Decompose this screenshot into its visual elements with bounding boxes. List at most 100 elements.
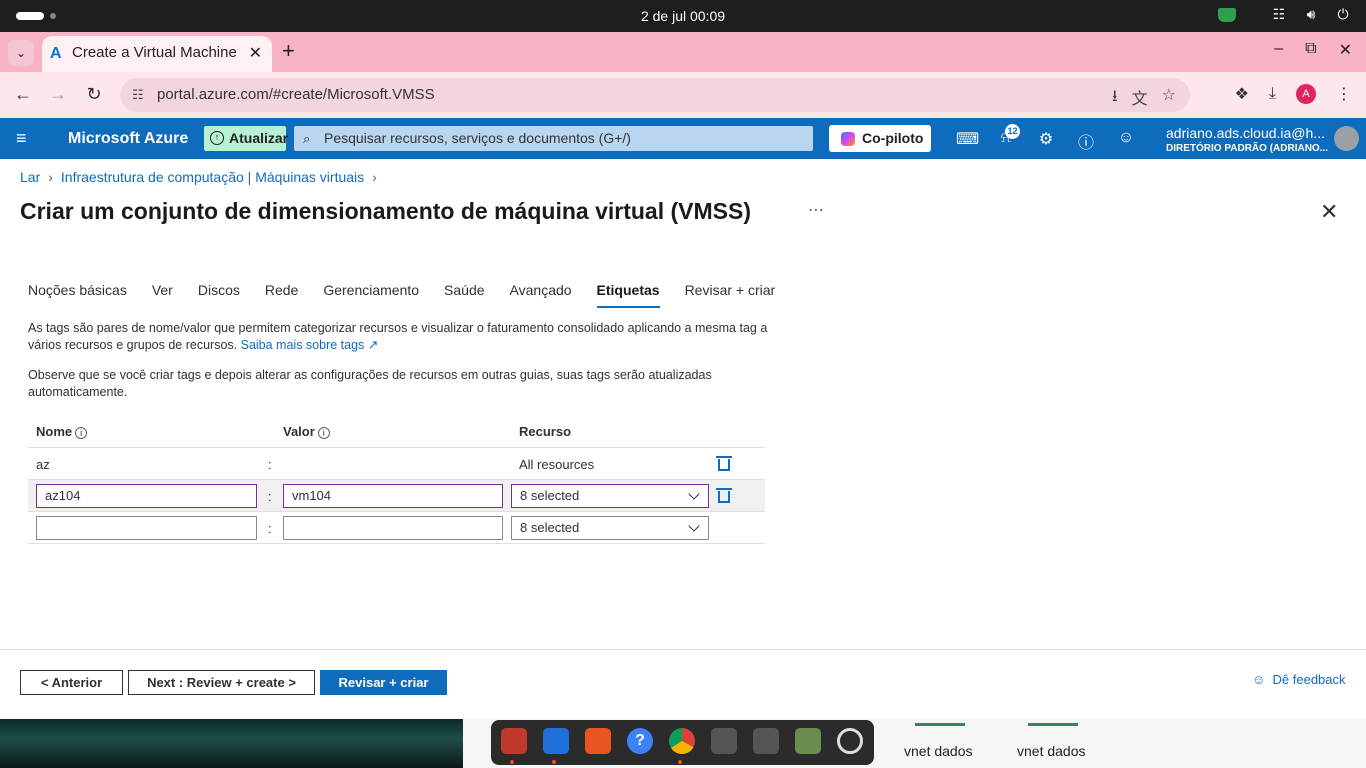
running-indicator <box>552 760 556 764</box>
tag-value-input[interactable]: vm104 <box>283 484 503 508</box>
breadcrumb-vms[interactable]: Infraestrutura de computação | Máquinas … <box>61 169 364 185</box>
delete-trash-icon[interactable] <box>716 456 732 471</box>
disk-icon[interactable] <box>711 728 737 754</box>
desktop-file-thumbnail[interactable] <box>915 720 965 726</box>
site-info-icon[interactable]: ☷ <box>132 87 144 103</box>
tag-value-input[interactable] <box>283 516 503 540</box>
arrow-up-icon: ↑ <box>210 131 224 145</box>
browser-tab-strip: ⌄ A Create a Virtual Machine ✕ <box>0 32 1366 72</box>
tab-spot[interactable]: Ver <box>152 282 173 308</box>
install-app-icon[interactable]: ⭳ <box>1112 85 1118 112</box>
os-clock[interactable]: 2 de jul 00:09 <box>0 8 1366 24</box>
tab-tags[interactable]: Etiquetas <box>596 282 660 308</box>
copilot-button[interactable]: Co-piloto <box>829 125 931 152</box>
review-create-button[interactable]: Revisar + criar <box>320 670 447 695</box>
chevron-right-icon: › <box>48 169 53 185</box>
tag-name-input[interactable] <box>36 516 257 540</box>
tab-search-button[interactable]: ⌄ <box>8 40 34 66</box>
reload-icon[interactable]: ↻ <box>83 84 105 105</box>
app-center-icon[interactable] <box>585 728 611 754</box>
trash-bin-icon[interactable] <box>795 728 821 754</box>
tab-networking[interactable]: Rede <box>265 282 298 308</box>
learn-more-tags-link[interactable]: Saiba mais sobre tags ↗ <box>241 338 379 352</box>
separator: : <box>268 457 272 472</box>
new-tab-button[interactable]: + <box>282 38 295 64</box>
resource-dropdown[interactable]: 8 selected <box>511 516 709 540</box>
resource-dropdown[interactable]: 8 selected <box>511 484 709 508</box>
tab-review-create[interactable]: Revisar + criar <box>685 282 776 308</box>
desktop-file-label[interactable]: vnet dados <box>904 743 973 759</box>
extensions-icon[interactable]: ❖ <box>1235 84 1249 104</box>
system-tray[interactable]: ☷ 🔊︎ ⏻ <box>1218 6 1352 25</box>
dock: ? <box>491 720 874 765</box>
tab-health[interactable]: Saúde <box>444 282 484 308</box>
minimize-icon[interactable]: – <box>1274 40 1283 60</box>
window-controls: – ⧉ ✕ <box>1274 40 1352 60</box>
help-app-icon[interactable]: ? <box>627 728 653 754</box>
show-apps-icon[interactable] <box>837 728 863 754</box>
volume-icon[interactable]: 🔊︎ <box>1302 6 1320 25</box>
previous-button[interactable]: < Anterior <box>20 670 123 695</box>
header-resource: Recurso <box>519 424 572 439</box>
close-blade-icon[interactable]: ✕ <box>1320 199 1338 225</box>
more-options-icon[interactable]: ⋯ <box>808 200 824 220</box>
update-button[interactable]: ↑ Atualizar <box>204 126 289 151</box>
tag-name-input[interactable]: az104 <box>36 484 257 508</box>
table-row: : 8 selected <box>28 512 765 544</box>
table-row: az104 : vm104 8 selected <box>28 480 765 512</box>
restore-icon[interactable]: ⧉ <box>1305 40 1316 60</box>
back-icon[interactable]: ← <box>12 84 34 105</box>
omnibox[interactable]: ☷ portal.azure.com/#create/Microsoft.VMS… <box>120 78 1190 112</box>
breadcrumb-home[interactable]: Lar <box>20 169 40 185</box>
global-search-input[interactable]: ⌕ Pesquisar recursos, serviços e documen… <box>294 126 813 151</box>
translate-icon[interactable]: 文 <box>1132 85 1148 112</box>
user-email[interactable]: adriano.ads.cloud.ia@h... <box>1166 125 1325 141</box>
disk-icon[interactable] <box>753 728 779 754</box>
cloud-shell-icon[interactable]: ⌨ <box>956 129 979 149</box>
text-editor-icon[interactable] <box>543 728 569 754</box>
shield-icon[interactable] <box>1218 6 1236 25</box>
desktop-file-label[interactable]: vnet dados <box>1017 743 1086 759</box>
running-indicator <box>510 760 514 764</box>
tag-name-cell[interactable]: az <box>36 457 50 472</box>
table-row: az : All resources <box>28 448 765 480</box>
info-icon[interactable]: i <box>317 427 330 439</box>
chrome-icon[interactable] <box>669 728 695 754</box>
os-top-bar: 2 de jul 00:09 ☷ 🔊︎ ⏻ <box>0 0 1366 32</box>
help-icon[interactable]: ⓘ <box>1076 129 1096 153</box>
tab-disks[interactable]: Discos <box>198 282 240 308</box>
update-label: Atualizar <box>229 130 289 146</box>
user-directory[interactable]: DIRETÓRIO PADRÃO (ADRIANO... <box>1166 143 1328 154</box>
bookmark-star-icon[interactable]: ☆ <box>1162 85 1176 112</box>
download-icon[interactable]: ⤓ <box>1269 85 1276 103</box>
profile-avatar[interactable]: A <box>1296 84 1316 104</box>
copilot-label: Co-piloto <box>862 130 924 146</box>
delete-trash-icon[interactable] <box>716 488 732 503</box>
search-icon: ⌕ <box>303 131 311 146</box>
tag-resource-cell: All resources <box>519 457 595 472</box>
forward-icon[interactable]: → <box>47 84 69 105</box>
browser-tab[interactable]: A Create a Virtual Machine ✕ <box>42 36 272 72</box>
azure-top-bar: ≡ Microsoft Azure ↑ Atualizar ⌕ Pesquisa… <box>0 118 1366 159</box>
feedback-icon[interactable]: ☺ <box>1116 129 1136 147</box>
close-tab-icon[interactable]: ✕ <box>249 43 262 63</box>
close-window-icon[interactable]: ✕ <box>1339 40 1352 60</box>
separator: : <box>268 521 272 536</box>
tab-management[interactable]: Gerenciamento <box>323 282 419 308</box>
info-icon[interactable]: i <box>75 427 88 439</box>
browser-menu-icon[interactable]: ⋮ <box>1336 84 1352 104</box>
tab-advanced[interactable]: Avançado <box>510 282 572 308</box>
azure-brand[interactable]: Microsoft Azure <box>68 130 188 148</box>
tab-basics[interactable]: Noções básicas <box>28 282 127 308</box>
portal-menu-icon[interactable]: ≡ <box>16 128 27 149</box>
desktop-file-thumbnail[interactable] <box>1028 720 1078 726</box>
url-text[interactable]: portal.azure.com/#create/Microsoft.VMSS <box>157 86 435 103</box>
files-app-icon[interactable] <box>501 728 527 754</box>
give-feedback-link[interactable]: ☺ Dê feedback <box>1252 672 1346 687</box>
tags-description-text: As tags são pares de nome/valor que perm… <box>28 321 768 352</box>
settings-gear-icon[interactable]: ⚙ <box>1036 129 1056 149</box>
next-review-button[interactable]: Next : Review + create > <box>128 670 315 695</box>
user-avatar[interactable] <box>1334 126 1359 151</box>
network-icon[interactable]: ☷ <box>1270 6 1288 25</box>
power-icon[interactable]: ⏻ <box>1334 6 1352 25</box>
